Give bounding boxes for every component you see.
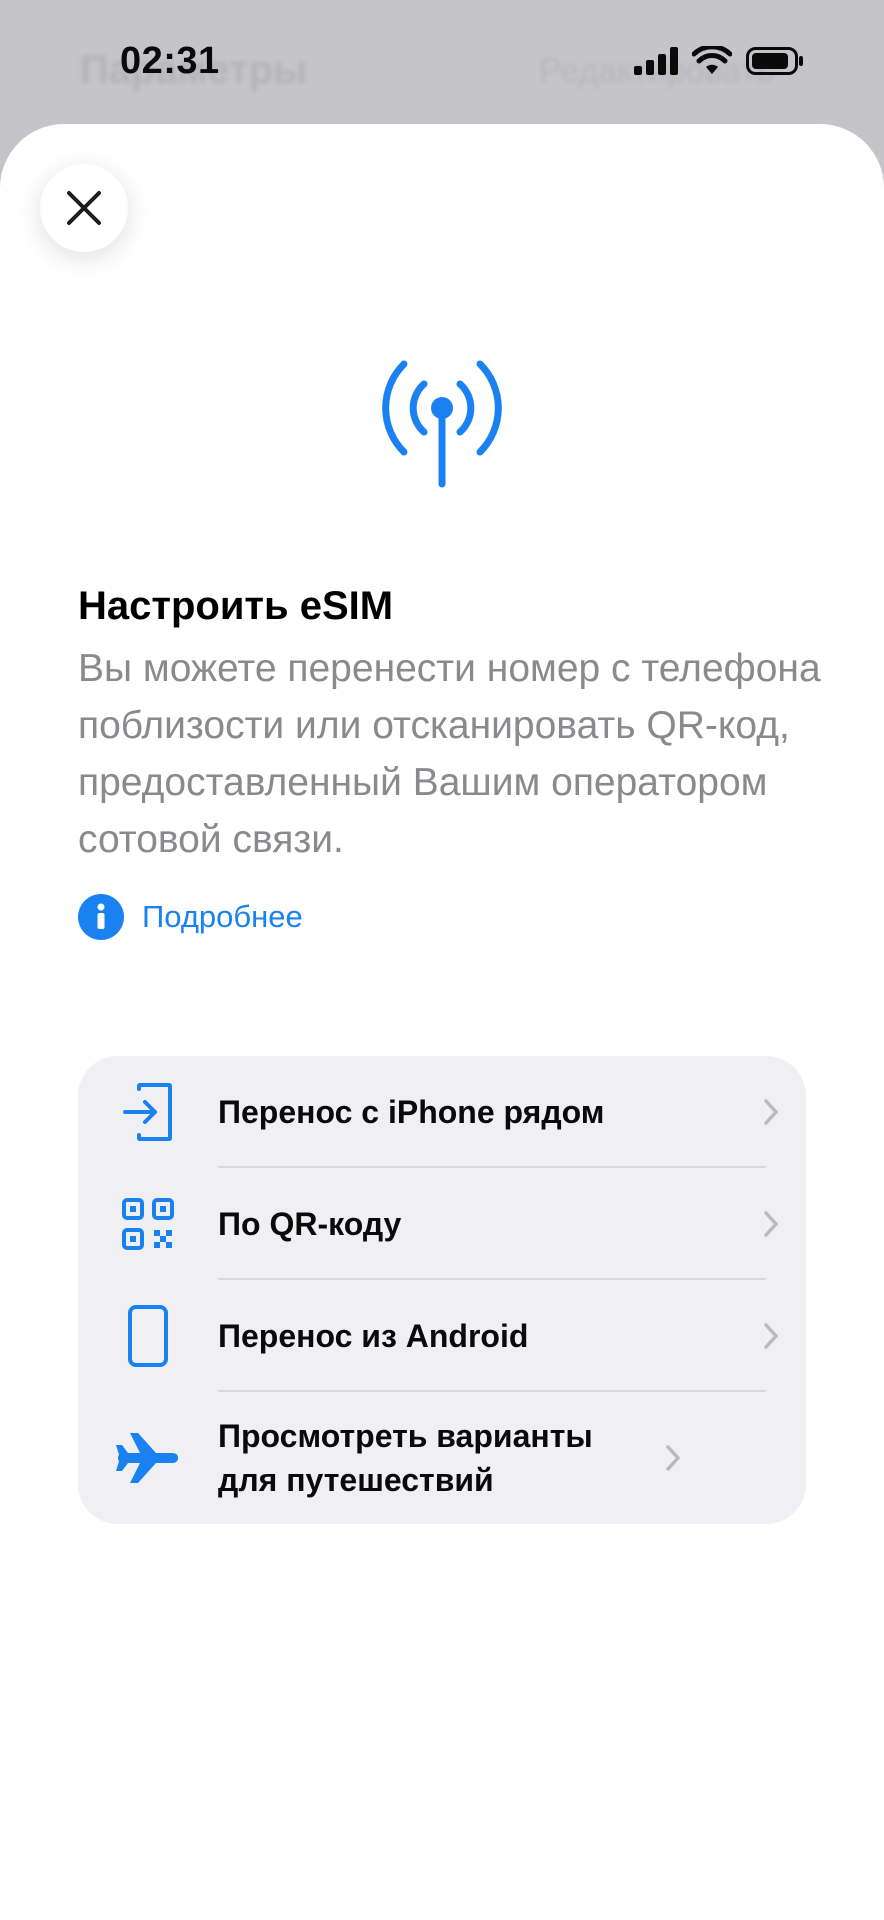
close-icon xyxy=(67,191,101,225)
qr-code-icon xyxy=(78,1198,218,1250)
cellular-signal-icon xyxy=(634,47,678,75)
option-travel-plans[interactable]: Просмотреть варианты для путешествий xyxy=(78,1392,806,1524)
wifi-icon xyxy=(692,46,732,74)
chevron-right-icon xyxy=(638,1444,708,1472)
chevron-right-icon xyxy=(736,1098,806,1126)
status-icons xyxy=(634,46,804,76)
phone-outline-icon xyxy=(78,1305,218,1367)
option-qr-code[interactable]: По QR-коду xyxy=(78,1168,806,1280)
airplane-icon xyxy=(78,1431,218,1485)
option-label: Перенос из Android xyxy=(218,1318,529,1354)
transfer-in-icon xyxy=(78,1083,218,1141)
option-label: Просмотреть варианты для путешествий xyxy=(218,1418,593,1498)
chevron-right-icon xyxy=(736,1322,806,1350)
option-transfer-android[interactable]: Перенос из Android xyxy=(78,1280,806,1392)
esim-setup-screen: Параметры Редактировать 02:31 Настроить … xyxy=(0,0,884,1920)
option-label: Перенос с iPhone рядом xyxy=(218,1094,605,1130)
esim-sheet: Настроить eSIM Вы можете перенести номер… xyxy=(0,124,884,1920)
antenna-signal-icon xyxy=(382,360,502,488)
close-button[interactable] xyxy=(40,164,128,252)
battery-icon xyxy=(746,47,803,75)
option-transfer-iphone[interactable]: Перенос с iPhone рядом xyxy=(78,1056,806,1168)
more-info-label: Подробнее xyxy=(142,899,303,934)
info-icon xyxy=(78,894,124,940)
esim-options-list: Перенос с iPhone рядом По QR-коду Перено… xyxy=(78,1056,806,1524)
chevron-right-icon xyxy=(736,1210,806,1238)
option-label: По QR-коду xyxy=(218,1206,402,1242)
sheet-description: Вы можете перенести номер с телефона поб… xyxy=(78,647,821,861)
status-time: 02:31 xyxy=(120,40,220,82)
sheet-title: Настроить eSIM xyxy=(78,584,394,628)
more-info-link[interactable]: Подробнее xyxy=(78,894,303,940)
